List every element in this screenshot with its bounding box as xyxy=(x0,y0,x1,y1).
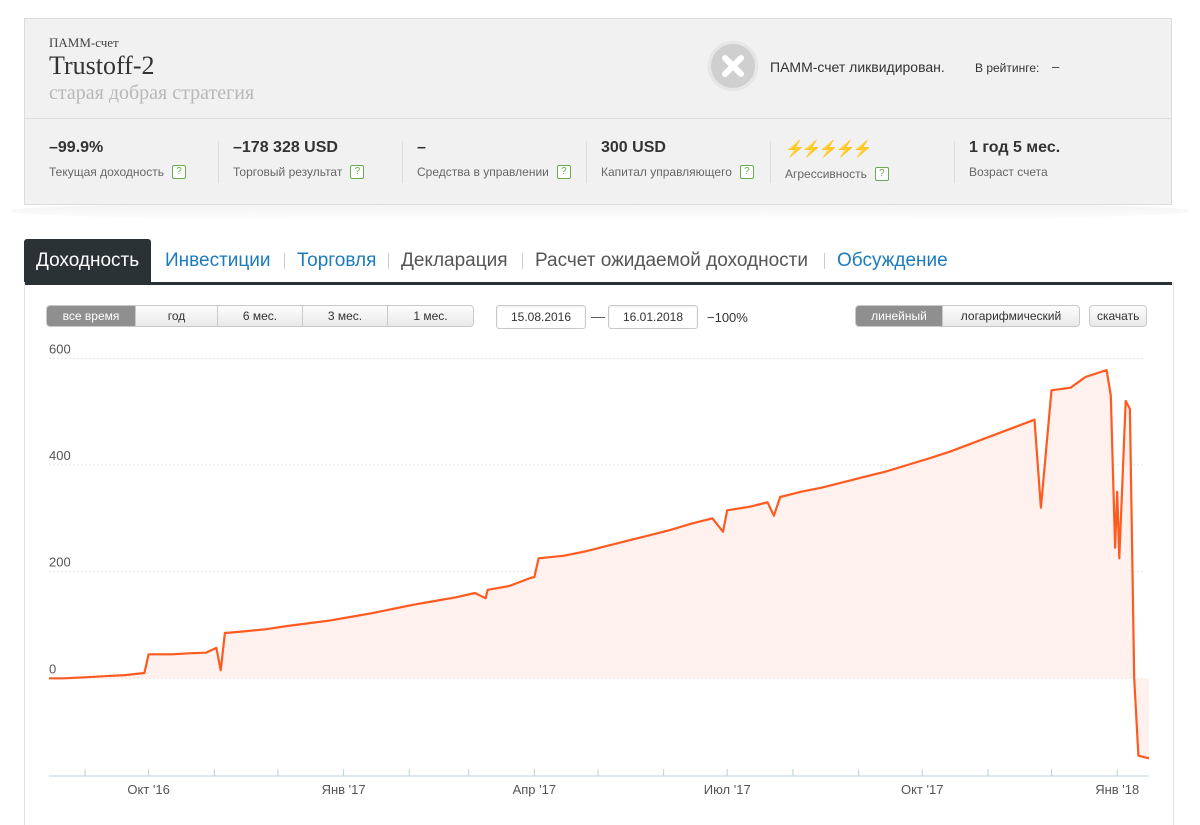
returns-chart: 600 400 200 0 Окт '16 Янв '17 Апр '17 Июл '17 Ок… xyxy=(49,341,1150,797)
rating-label: В рейтинге: xyxy=(975,61,1040,75)
stat-separator xyxy=(402,141,403,183)
close-icon xyxy=(708,41,758,91)
stat-separator xyxy=(218,141,219,183)
stat-label: Агрессивность xyxy=(785,167,867,181)
x-tick-label: Янв '17 xyxy=(322,782,366,797)
tab-bar: Доходность Инвестиции Торговля Деклараци… xyxy=(24,239,1172,285)
stat-value: –99.9% xyxy=(49,139,104,156)
x-tick-label: Июл '17 xyxy=(704,782,751,797)
x-tick-label: Апр '17 xyxy=(513,782,557,797)
stat-manager-capital: 300 USD Капитал управляющего? xyxy=(601,139,754,184)
stat-value: 1 год 5 мес. xyxy=(969,139,1061,156)
rating-value: – xyxy=(1052,59,1060,74)
stat-label: Торговый результат xyxy=(233,165,343,179)
y-tick-label: 600 xyxy=(49,341,71,356)
x-tick-label: Янв '18 xyxy=(1095,782,1139,797)
series-area xyxy=(49,370,1149,759)
x-tick-label: Окт '16 xyxy=(127,782,169,797)
stat-trading-result: –178 328 USD Торговый результат? xyxy=(233,139,365,184)
help-icon[interactable]: ? xyxy=(556,165,571,179)
stat-label: Текущая доходность xyxy=(49,165,164,179)
account-status-text: ПАММ-счет ликвидирован. xyxy=(770,59,945,75)
tab-discussion[interactable]: Обсуждение xyxy=(837,239,948,282)
stat-value: 300 USD xyxy=(601,139,666,156)
stat-label: Возраст счета xyxy=(969,165,1048,179)
stat-separator xyxy=(770,141,771,183)
y-tick-label: 0 xyxy=(49,661,56,676)
y-tick-label: 200 xyxy=(49,555,71,570)
account-card: ПАММ-счет Trustoff-2 старая добрая страт… xyxy=(24,18,1172,205)
card-divider xyxy=(25,118,1171,119)
tab-trading[interactable]: Торговля xyxy=(297,239,376,282)
stat-label: Средства в управлении xyxy=(417,165,549,179)
x-tick-label: Окт '17 xyxy=(901,782,943,797)
help-icon[interactable]: ? xyxy=(739,165,754,179)
tab-separator xyxy=(522,253,523,269)
stat-managed-funds: – Средства в управлении? xyxy=(417,139,571,184)
help-icon[interactable]: ? xyxy=(874,167,889,181)
tab-separator xyxy=(388,253,389,269)
stat-aggressiveness: ⚡⚡⚡⚡⚡ Агрессивность? xyxy=(785,139,889,184)
aggressiveness-bolts-icon: ⚡⚡⚡⚡⚡ xyxy=(785,141,873,158)
chart-panel: все время год 6 мес. 3 мес. 1 мес. 15.08… xyxy=(24,282,1174,825)
account-type-label: ПАММ-счет xyxy=(49,35,119,50)
tab-separator xyxy=(824,253,825,269)
account-subtitle: старая добрая стратегия xyxy=(49,82,255,104)
tab-investments[interactable]: Инвестиции xyxy=(165,239,271,282)
stat-separator xyxy=(954,141,955,183)
tab-returns[interactable]: Доходность xyxy=(24,239,152,282)
account-name: Trustoff-2 xyxy=(49,51,155,80)
help-icon[interactable]: ? xyxy=(171,165,186,179)
stat-label: Капитал управляющего xyxy=(601,165,732,179)
stat-current-return: –99.9% Текущая доходность? xyxy=(49,139,186,184)
stat-value: –178 328 USD xyxy=(233,139,338,156)
stat-value: – xyxy=(417,139,426,156)
tab-expected-return[interactable]: Расчет ожидаемой доходности xyxy=(535,239,808,282)
stat-separator xyxy=(586,141,587,183)
tab-separator xyxy=(284,253,285,269)
tab-declaration[interactable]: Декларация xyxy=(401,239,508,282)
stat-account-age: 1 год 5 мес. Возраст счета xyxy=(969,139,1060,184)
help-icon[interactable]: ? xyxy=(350,165,365,179)
y-tick-label: 400 xyxy=(49,448,71,463)
